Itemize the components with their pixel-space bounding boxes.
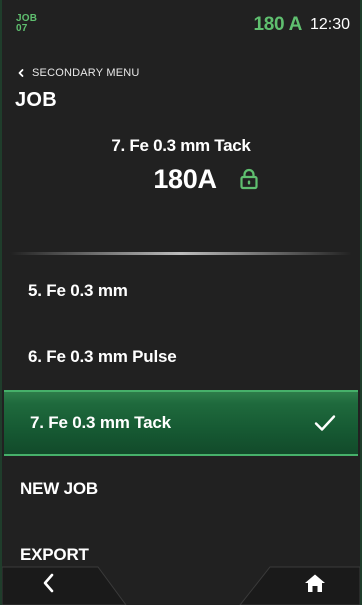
job-list-item-7-selected[interactable]: 7. Fe 0.3 mm Tack <box>4 390 358 456</box>
new-job-label: NEW JOB <box>20 479 98 498</box>
bottom-nav <box>2 563 360 605</box>
nav-back-button[interactable] <box>36 570 62 596</box>
new-job-button[interactable]: NEW JOB <box>2 456 360 522</box>
current-job-name: 7. Fe 0.3 mm Tack <box>111 136 251 155</box>
job-list: 5. Fe 0.3 mm 6. Fe 0.3 mm Pulse 7. Fe 0.… <box>2 258 360 588</box>
status-current: 180 A <box>253 14 303 35</box>
job-badge-number: 07 <box>16 23 28 34</box>
chevron-left-icon <box>18 69 24 77</box>
export-label: EXPORT <box>20 545 89 564</box>
lock-icon <box>240 168 258 189</box>
nav-home-button[interactable] <box>302 570 328 596</box>
job-list-item-label: 5. Fe 0.3 mm <box>28 281 128 300</box>
job-list-item-label: 6. Fe 0.3 mm Pulse <box>28 347 177 366</box>
page-title: JOB <box>15 89 58 111</box>
status-clock: 12:30 <box>309 16 350 33</box>
job-badge: JOB 07 <box>16 14 37 34</box>
job-list-item-6[interactable]: 6. Fe 0.3 mm Pulse <box>2 324 360 390</box>
divider <box>10 252 352 255</box>
back-link-label: SECONDARY MENU <box>32 67 140 79</box>
secondary-menu-back-link[interactable]: SECONDARY MENU <box>16 67 140 79</box>
job-screen: JOB 07 180 A 12:30 SECONDARY MENU JOB 7.… <box>0 0 362 605</box>
job-list-item-5[interactable]: 5. Fe 0.3 mm <box>2 258 360 324</box>
current-job-amps: 180A <box>153 164 217 194</box>
checkmark-icon <box>314 415 336 431</box>
current-job-value-row: 180A <box>2 164 360 195</box>
chevron-left-icon <box>43 573 54 593</box>
job-list-item-label: 7. Fe 0.3 mm Tack <box>30 413 171 432</box>
home-icon <box>305 574 325 592</box>
